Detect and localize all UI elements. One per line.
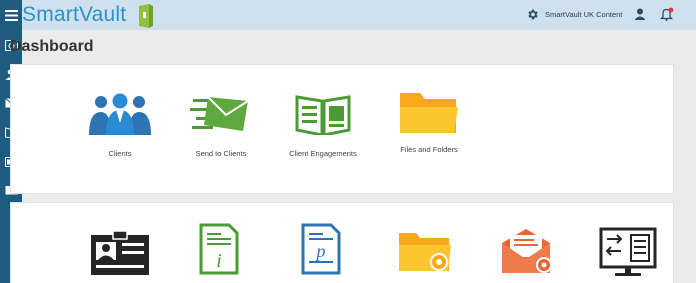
menu-icon — [4, 9, 18, 21]
info-document-icon[interactable]: i — [199, 223, 239, 275]
send-to-clients-label: Send to Clients — [195, 149, 247, 158]
document-p-icon[interactable]: p — [301, 223, 341, 275]
folder-settings-icon[interactable] — [397, 229, 453, 273]
send-to-clients-tile[interactable]: Send to Clients — [166, 93, 276, 158]
more-actions-panel: i p — [10, 202, 674, 283]
page-title: Dashboard — [10, 38, 94, 55]
folder-icon — [400, 93, 458, 133]
client-engagements-label: Client Engagements — [289, 149, 357, 158]
svg-text:p: p — [315, 241, 326, 261]
envelope-settings-icon[interactable] — [500, 227, 556, 275]
clients-tile[interactable]: Clients — [65, 93, 175, 158]
id-card-icon[interactable] — [91, 231, 149, 275]
files-and-folders-tile[interactable]: Files and Folders — [374, 89, 484, 154]
client-engagements-tile[interactable]: Client Engagements — [268, 93, 378, 158]
svg-text:i: i — [216, 250, 222, 272]
clients-label: Clients — [108, 149, 132, 158]
account-name[interactable]: SmartVault UK Content — [545, 10, 622, 19]
engagement-book-icon — [295, 95, 351, 135]
vault-logo-icon — [139, 4, 153, 28]
files-and-folders-label: Files and Folders — [400, 145, 458, 154]
monitor-transfer-icon[interactable] — [599, 227, 657, 277]
user-icon[interactable] — [634, 8, 646, 20]
brand-logo[interactable]: SmartVault — [22, 3, 126, 27]
bell-icon[interactable] — [660, 7, 674, 21]
quick-actions-panel: Clients Send to Clients Client Engagemen… — [10, 64, 674, 194]
menu-button[interactable] — [0, 4, 22, 26]
send-envelope-icon — [190, 96, 249, 131]
clients-icon — [89, 93, 151, 135]
gear-icon[interactable] — [526, 8, 539, 21]
